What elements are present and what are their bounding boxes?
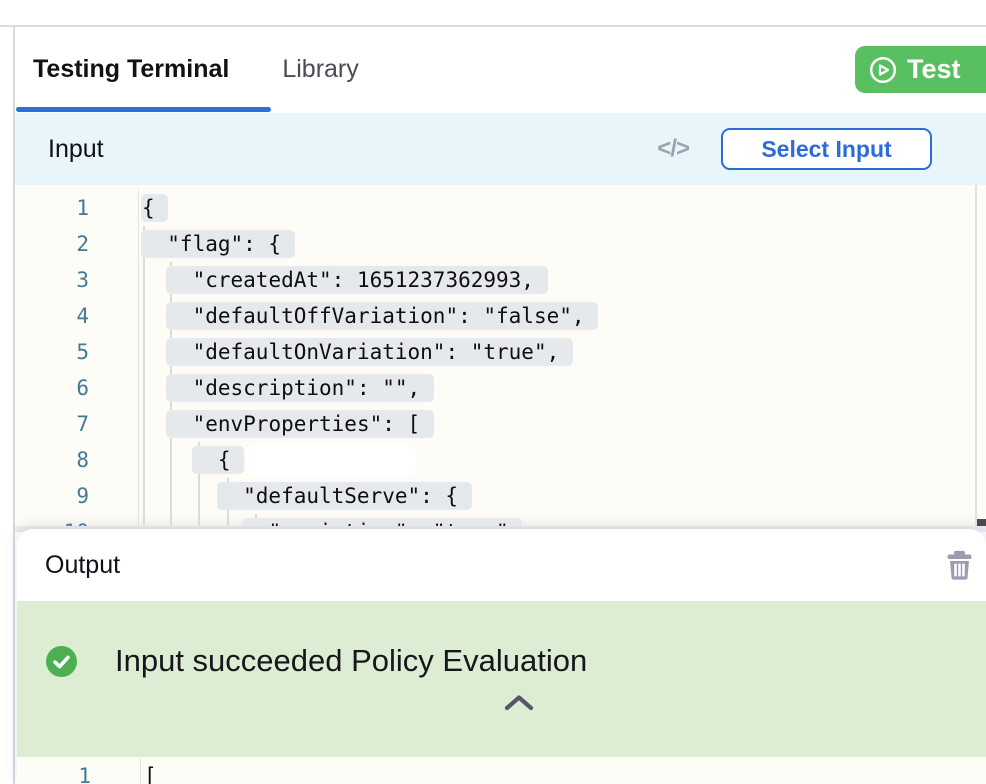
- line-number: 5: [15, 334, 139, 370]
- line-number: 2: [15, 226, 139, 262]
- output-section-header: Output: [17, 529, 986, 601]
- output-panel: Output Input succeeded Policy Evalua: [17, 529, 986, 784]
- code-line[interactable]: 1{: [15, 190, 986, 226]
- collapse-banner-button[interactable]: [503, 693, 535, 712]
- code-line[interactable]: 4 "defaultOffVariation": "false",: [15, 298, 986, 334]
- code-line[interactable]: 2 "flag": {: [15, 226, 986, 262]
- code-text: "flag": {: [139, 226, 295, 262]
- code-text: "description": "",: [139, 370, 434, 406]
- code-view-icon[interactable]: </>: [657, 135, 689, 163]
- code-line[interactable]: 3 "createdAt": 1651237362993,: [15, 262, 986, 298]
- code-text: [: [141, 758, 170, 784]
- code-line[interactable]: 1[: [17, 758, 986, 784]
- clear-output-button[interactable]: [946, 550, 973, 580]
- input-title: Input: [48, 135, 104, 164]
- tab-testing-terminal[interactable]: Testing Terminal: [33, 55, 229, 84]
- line-number: 7: [15, 406, 139, 442]
- scrollbar-corner[interactable]: [977, 519, 986, 526]
- code-line[interactable]: 8 {: [15, 442, 986, 478]
- line-number: 1: [15, 190, 139, 226]
- output-title: Output: [45, 551, 120, 580]
- trash-icon: [946, 550, 973, 580]
- test-button-label: Test: [907, 54, 961, 85]
- code-line[interactable]: 9 "defaultServe": {: [15, 478, 986, 514]
- test-button[interactable]: Test: [855, 46, 986, 93]
- line-number: 10: [15, 514, 139, 526]
- line-number: 6: [15, 370, 139, 406]
- line-number: 1: [17, 758, 141, 784]
- success-message: Input succeeded Policy Evaluation: [115, 643, 587, 679]
- check-circle-icon: [46, 646, 77, 677]
- editor-right-border: [975, 185, 977, 526]
- input-code-editor[interactable]: 1{ 2 "flag": { 3 "createdAt": 1651237362…: [15, 185, 986, 526]
- code-text: {: [139, 190, 168, 226]
- input-section-header: Input </> Select Input: [15, 113, 986, 185]
- code-text: "variation": "true": [139, 514, 522, 526]
- tab-bar: Testing Terminal Library: [33, 44, 359, 94]
- code-line[interactable]: 6 "description": "",: [15, 370, 986, 406]
- code-text: {: [139, 442, 416, 478]
- code-text: "createdAt": 1651237362993,: [139, 262, 548, 298]
- testing-terminal-page: Testing Terminal Library Test Input </> …: [0, 0, 986, 784]
- code-text: "defaultOnVariation": "true",: [139, 334, 573, 370]
- output-code-editor[interactable]: 1[: [17, 757, 986, 784]
- line-number: 3: [15, 262, 139, 298]
- success-banner: Input succeeded Policy Evaluation: [17, 601, 986, 757]
- code-text: "defaultOffVariation": "false",: [139, 298, 598, 334]
- inline-widget: [246, 445, 416, 476]
- code-text: "defaultServe": {: [139, 478, 472, 514]
- line-number: 4: [15, 298, 139, 334]
- line-number: 8: [15, 442, 139, 478]
- code-line[interactable]: 5 "defaultOnVariation": "true",: [15, 334, 986, 370]
- chevron-up-icon: [503, 693, 535, 712]
- code-line[interactable]: 10 "variation": "true": [15, 514, 986, 526]
- code-line[interactable]: 7 "envProperties": [: [15, 406, 986, 442]
- play-circle-icon: [869, 56, 897, 84]
- active-tab-underline: [16, 107, 271, 112]
- line-number: 9: [15, 478, 139, 514]
- top-divider: [0, 25, 986, 27]
- select-input-button[interactable]: Select Input: [721, 128, 932, 170]
- code-text: "envProperties": [: [139, 406, 434, 442]
- tab-library[interactable]: Library: [282, 55, 358, 84]
